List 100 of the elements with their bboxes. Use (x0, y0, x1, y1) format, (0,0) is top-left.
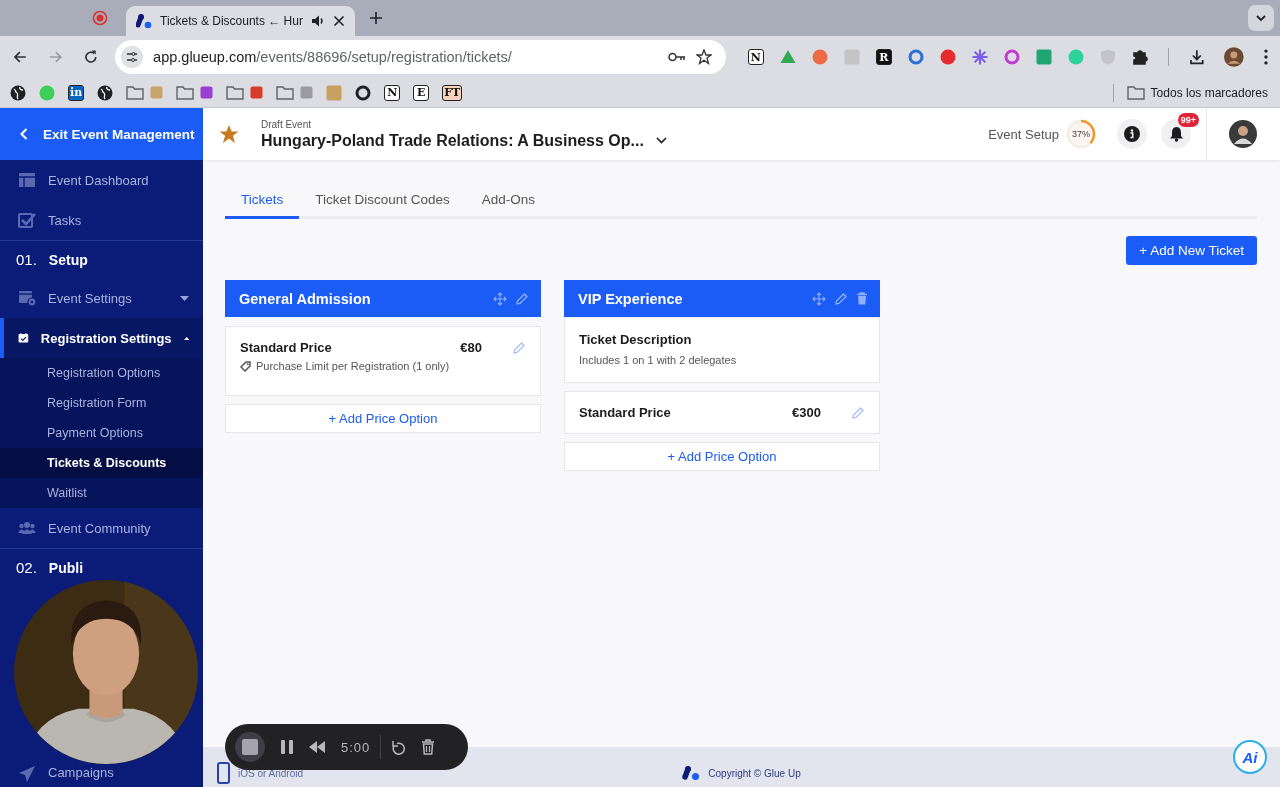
price-amount: €80 (460, 340, 482, 355)
stop-icon (242, 739, 258, 755)
delete-icon[interactable] (421, 739, 436, 755)
bookmark-icon[interactable] (250, 86, 264, 99)
nav-item[interactable]: Event Settings (0, 278, 203, 318)
user-avatar-icon[interactable] (1229, 120, 1257, 148)
nav-item[interactable]: Event Dashboard (0, 160, 203, 200)
burst-icon[interactable] (971, 49, 988, 65)
folder-icon[interactable] (176, 85, 195, 100)
triangle-icon[interactable] (779, 49, 796, 65)
letter-icon[interactable]: in (68, 84, 85, 101)
letter-icon[interactable]: R (875, 49, 892, 65)
chevron-down-icon (1255, 12, 1267, 24)
plus-icon[interactable] (368, 11, 383, 25)
key-icon[interactable] (667, 51, 686, 63)
ticket-header: General Admission (225, 280, 541, 317)
profile-avatar-icon[interactable] (1224, 47, 1245, 67)
caret-up-icon (183, 335, 189, 341)
globe-icon[interactable] (10, 84, 26, 101)
tile-icon[interactable] (1035, 49, 1052, 65)
url-text: app.glueup.com/events/88696/setup/registration/tickets/ (153, 49, 513, 65)
chevron-down-icon (655, 137, 667, 144)
nav-subitem[interactable]: Tickets & Discounts (0, 448, 203, 478)
browser-tab[interactable]: Tickets & Discounts ← Hur (126, 6, 355, 36)
description-title: Ticket Description (579, 332, 693, 347)
stop-button[interactable] (235, 732, 265, 762)
folder-icon[interactable] (226, 85, 245, 100)
address-bar[interactable]: app.glueup.com/events/88696/setup/registration/tickets/ (115, 40, 726, 74)
bookmark-icon[interactable] (300, 86, 314, 99)
glue-logo-icon (682, 765, 701, 781)
tab-title: Tickets & Discounts ← Hur (160, 14, 303, 28)
exit-button[interactable]: Exit Event Management (0, 108, 203, 160)
close-icon[interactable] (332, 15, 345, 27)
back-icon[interactable] (12, 49, 28, 65)
nav-item[interactable]: Campaigns (0, 765, 203, 787)
edit-icon[interactable] (515, 291, 529, 306)
all-bookmarks-button[interactable]: Todos los marcadores (1126, 85, 1268, 100)
tile-icon[interactable] (326, 84, 343, 101)
nav-item[interactable]: Event Community (0, 508, 203, 548)
glue-logo-icon (136, 13, 152, 29)
download-icon[interactable] (1188, 49, 1205, 65)
description-text: Includes 1 on 1 with 2 delegates (579, 354, 738, 366)
nav-subitem[interactable]: Payment Options (0, 418, 203, 448)
edit-icon[interactable] (512, 340, 526, 355)
price-label: Standard Price (579, 405, 671, 420)
ring-icon[interactable] (355, 84, 372, 101)
phone-icon (217, 762, 230, 784)
add-price-option-button[interactable]: + Add Price Option (225, 404, 541, 433)
tab[interactable]: Add-Ons (465, 184, 552, 219)
more-menu-icon[interactable] (1264, 49, 1268, 65)
people-icon (18, 519, 36, 537)
nav-subitem[interactable]: Waitlist (0, 478, 203, 508)
move-icon[interactable] (493, 291, 507, 306)
event-switcher[interactable]: Hungary-Poland Trade Relations: A Business Op... (261, 131, 667, 150)
record-icon[interactable] (92, 10, 108, 26)
folder-icon[interactable] (276, 85, 295, 100)
info-button[interactable] (1117, 119, 1147, 149)
bookmark-star-icon[interactable] (695, 49, 712, 65)
edit-icon[interactable] (834, 291, 848, 306)
globe-icon[interactable] (97, 84, 114, 101)
bookmark-icon[interactable] (150, 86, 164, 99)
table-icon (18, 171, 36, 189)
add-ticket-button[interactable]: + Add New Ticket (1126, 236, 1257, 265)
nav-subitem[interactable]: Registration Options (0, 358, 203, 388)
tab[interactable]: Tickets (225, 184, 300, 219)
circle-icon[interactable] (811, 49, 828, 65)
tab[interactable]: Ticket Discount Codes (299, 184, 466, 219)
speaker-icon[interactable] (310, 14, 325, 28)
copyright-text: Copyright © Glue Up (708, 767, 801, 779)
move-icon[interactable] (812, 291, 826, 306)
bookmark-icon[interactable] (200, 86, 214, 99)
letter-icon[interactable]: N (384, 84, 401, 101)
circle-icon[interactable] (939, 49, 956, 65)
back-chevron-icon (20, 128, 28, 140)
pause-icon[interactable] (281, 740, 293, 754)
nav-item[interactable]: Registration Settings (0, 318, 203, 358)
forward-icon[interactable] (47, 49, 64, 65)
setup-label: Event Setup (988, 126, 1059, 142)
folder-icon[interactable] (126, 85, 145, 100)
tile-icon[interactable] (843, 49, 860, 65)
restart-icon[interactable] (391, 739, 406, 755)
tab-search-button[interactable] (1248, 5, 1274, 31)
letter-icon[interactable]: N (747, 49, 764, 65)
site-settings-icon[interactable] (121, 46, 144, 68)
caret-down-icon (180, 295, 189, 301)
tag-icon (240, 360, 251, 372)
nav-subitem[interactable]: Registration Form (0, 388, 203, 418)
folder-icon (1126, 85, 1145, 100)
star-icon[interactable] (219, 124, 239, 144)
letter-icon[interactable]: E (413, 84, 430, 101)
rewind-icon[interactable] (309, 741, 325, 753)
event-status: Draft Event (261, 118, 313, 130)
puzzle-icon[interactable] (1131, 49, 1148, 65)
add-price-option-button[interactable]: + Add Price Option (564, 442, 880, 471)
notification-badge: 99+ (1177, 113, 1199, 127)
edit-icon[interactable] (851, 405, 865, 420)
nav-item[interactable]: Tasks (0, 200, 203, 240)
calendar-icon (18, 289, 36, 307)
price-label: Standard Price (240, 340, 332, 355)
letter-icon[interactable]: FT (442, 84, 463, 101)
